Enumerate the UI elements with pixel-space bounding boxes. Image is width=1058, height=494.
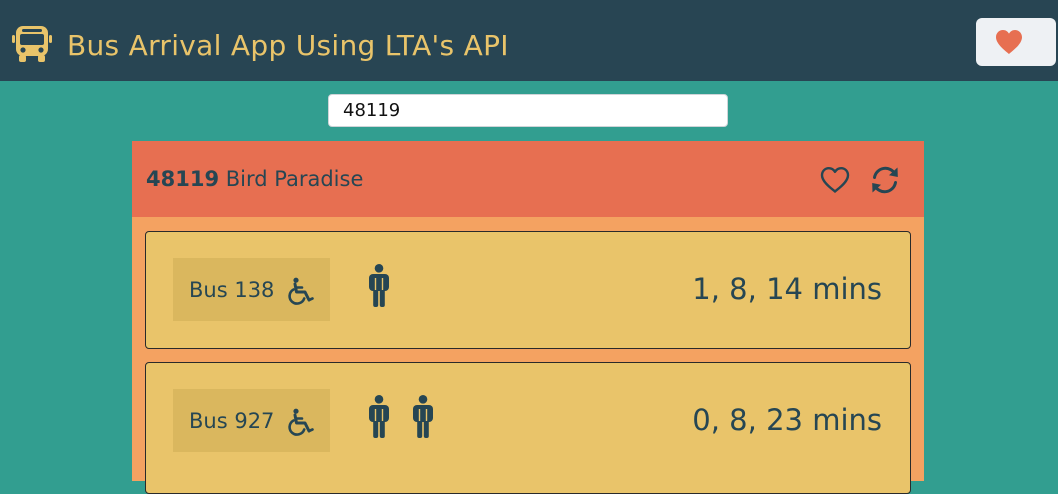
person-icon bbox=[413, 395, 433, 438]
heart-icon bbox=[996, 30, 1022, 54]
bus-stop-header: 48119 Bird Paradise bbox=[132, 141, 924, 217]
bus-icon bbox=[12, 26, 52, 62]
bus-service-label: Bus 927 bbox=[189, 409, 275, 433]
wheelchair-icon bbox=[288, 408, 314, 436]
bus-stop-name: Bird Paradise bbox=[225, 167, 364, 191]
arrival-times: 1, 8, 14 mins bbox=[692, 272, 882, 306]
bus-stop-code: 48119 bbox=[146, 167, 220, 191]
person-icon bbox=[369, 395, 389, 438]
navbar: Bus Arrival App Using LTA's API bbox=[0, 0, 1058, 81]
heart-outline-icon[interactable] bbox=[818, 163, 852, 197]
arrival-times: 0, 8, 23 mins bbox=[692, 403, 882, 437]
person-icon bbox=[369, 264, 389, 307]
app-title: Bus Arrival App Using LTA's API bbox=[67, 29, 509, 62]
bus-stop-card: 48119 Bird Paradise Bus 138 1, 8, 14 min… bbox=[132, 141, 924, 494]
bus-service-badge: Bus 138 bbox=[173, 258, 330, 321]
wheelchair-icon bbox=[288, 277, 314, 305]
refresh-icon[interactable] bbox=[868, 163, 902, 197]
bus-service-label: Bus 138 bbox=[189, 278, 275, 302]
bus-arrival-row: Bus 927 0, 8, 23 mins bbox=[145, 362, 911, 494]
bus-service-badge: Bus 927 bbox=[173, 389, 330, 452]
bus-arrival-row: Bus 138 1, 8, 14 mins bbox=[145, 231, 911, 349]
bus-stop-title: 48119 Bird Paradise bbox=[146, 164, 363, 194]
bus-stop-search-input[interactable] bbox=[328, 94, 728, 127]
favorites-button[interactable] bbox=[976, 18, 1056, 66]
